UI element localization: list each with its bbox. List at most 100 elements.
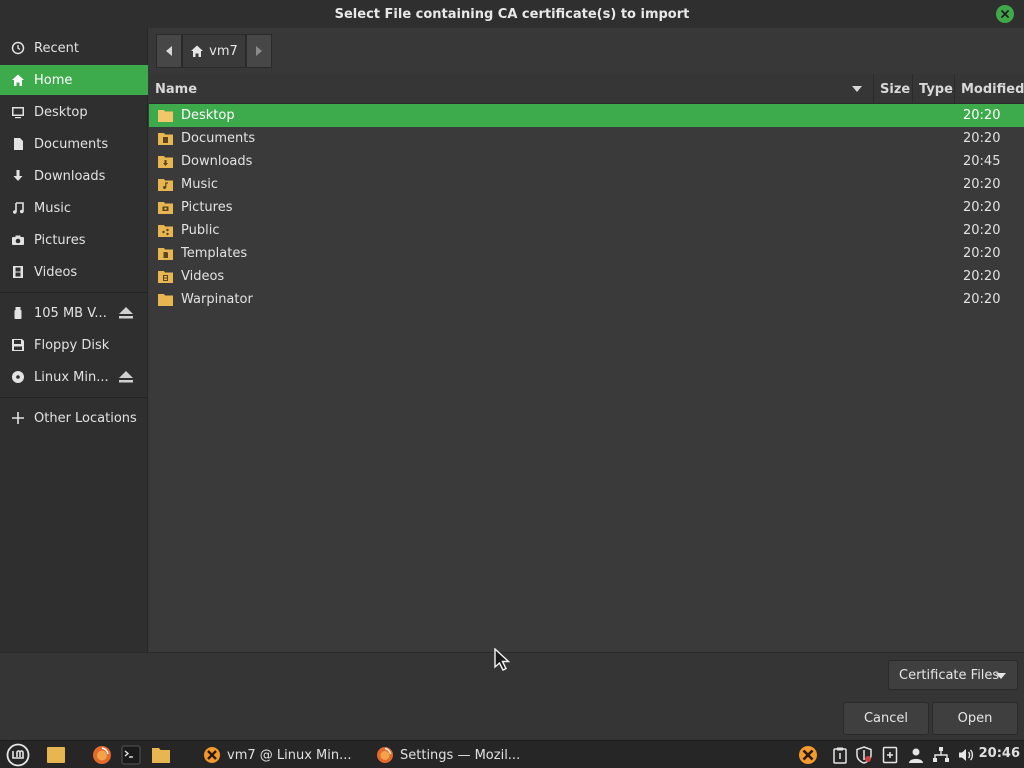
- path-forward-button[interactable]: [246, 34, 272, 68]
- sidebar-item-home[interactable]: Home: [0, 65, 148, 95]
- xserver-tray-icon[interactable]: [798, 745, 818, 765]
- file-name: Desktop: [181, 108, 235, 123]
- file-list-header: Name Size Type Modified: [149, 74, 1024, 104]
- file-name: Videos: [181, 269, 225, 284]
- file-row-downloads[interactable]: Downloads 20:45: [149, 150, 1024, 173]
- mint-menu-icon[interactable]: [6, 743, 30, 767]
- shield-icon[interactable]: [855, 746, 873, 764]
- optical-disc-icon: [10, 369, 26, 385]
- sidebar-item-documents[interactable]: Documents: [0, 129, 148, 159]
- usb-drive-icon: [10, 305, 26, 321]
- folder-templates-icon: [158, 248, 173, 260]
- sidebar-item-pictures[interactable]: Pictures: [0, 225, 148, 255]
- file-modified: 20:20: [963, 269, 1001, 284]
- file-row-videos[interactable]: Videos 20:20: [149, 265, 1024, 288]
- folder-pictures-icon: [158, 202, 173, 214]
- window-title: Select File containing CA certificate(s)…: [334, 6, 690, 22]
- close-icon: [1001, 10, 1009, 18]
- sidebar-item-label: Downloads: [34, 168, 106, 184]
- column-header-name[interactable]: Name: [149, 74, 873, 104]
- file-modified: 20:20: [963, 246, 1001, 261]
- file-row-pictures[interactable]: Pictures 20:20: [149, 196, 1024, 219]
- files-launcher-icon[interactable]: [151, 745, 171, 765]
- file-modified: 20:20: [963, 131, 1001, 146]
- folder-videos-icon: [158, 271, 173, 283]
- music-icon: [10, 200, 26, 216]
- folder-icon: [158, 294, 173, 306]
- file-chooser-dialog: Select File containing CA certificate(s)…: [0, 0, 1024, 740]
- sidebar-item-label: Desktop: [34, 104, 88, 120]
- file-name: Public: [181, 223, 220, 238]
- taskbar-window-vm7[interactable]: vm7 @ Linux Min...: [203, 744, 352, 766]
- eject-icon[interactable]: [118, 306, 134, 320]
- chevron-left-icon: [166, 46, 172, 56]
- path-back-button[interactable]: [156, 34, 182, 68]
- open-button[interactable]: Open: [932, 702, 1018, 735]
- path-segment-label: vm7: [209, 43, 238, 59]
- file-row-warpinator[interactable]: Warpinator 20:20: [149, 288, 1024, 311]
- sidebar-item-label: Other Locations: [34, 410, 137, 426]
- network-icon[interactable]: [932, 746, 950, 764]
- camera-icon: [10, 232, 26, 248]
- folder-icon: [158, 110, 173, 122]
- places-sidebar: Recent Home Desktop Documents Downloads …: [0, 28, 148, 652]
- file-name: Music: [181, 177, 218, 192]
- file-list[interactable]: Name Size Type Modified Desktop 20:20 Do…: [149, 74, 1024, 652]
- file-row-desktop[interactable]: Desktop 20:20: [149, 104, 1024, 127]
- file-filter-label: Certificate Files: [899, 667, 1000, 683]
- file-name: Pictures: [181, 200, 233, 215]
- firefox-launcher-icon[interactable]: [92, 745, 112, 765]
- file-modified: 20:45: [963, 154, 1001, 169]
- sidebar-item-label: 105 MB V...: [34, 305, 107, 321]
- file-modified: 20:20: [963, 292, 1001, 307]
- file-modified: 20:20: [963, 200, 1001, 215]
- sidebar-item-floppy-disk[interactable]: Floppy Disk: [0, 330, 148, 360]
- column-header-type[interactable]: Type: [912, 74, 954, 104]
- user-icon[interactable]: [907, 746, 925, 764]
- sidebar-item-recent[interactable]: Recent: [0, 33, 148, 63]
- column-header-size[interactable]: Size: [873, 74, 913, 104]
- show-desktop-icon[interactable]: [46, 745, 66, 765]
- file-row-templates[interactable]: Templates 20:20: [149, 242, 1024, 265]
- file-modified: 20:20: [963, 177, 1001, 192]
- file-row-public[interactable]: Public 20:20: [149, 219, 1024, 242]
- title-bar[interactable]: Select File containing CA certificate(s)…: [0, 0, 1024, 28]
- file-filter-dropdown[interactable]: Certificate Files: [888, 660, 1018, 690]
- sidebar-item-label: Linux Min...: [34, 369, 109, 385]
- volume-icon[interactable]: [957, 746, 975, 764]
- sidebar-item-desktop[interactable]: Desktop: [0, 97, 148, 127]
- sidebar-separator: [0, 397, 148, 398]
- update-manager-icon[interactable]: [881, 746, 899, 764]
- file-name: Documents: [181, 131, 256, 146]
- folder-public-icon: [158, 225, 173, 237]
- home-icon: [191, 45, 204, 57]
- path-home-button[interactable]: vm7: [182, 34, 246, 68]
- cancel-button[interactable]: Cancel: [843, 702, 929, 735]
- column-header-modified[interactable]: Modified: [954, 74, 1024, 104]
- xserver-icon: [204, 747, 220, 763]
- sidebar-item-usb-drive[interactable]: 105 MB V...: [0, 298, 148, 328]
- terminal-launcher-icon[interactable]: [121, 745, 141, 765]
- eject-icon[interactable]: [118, 370, 134, 384]
- sidebar-item-other-locations[interactable]: Other Locations: [0, 403, 148, 433]
- sidebar-item-downloads[interactable]: Downloads: [0, 161, 148, 191]
- sidebar-item-label: Pictures: [34, 232, 86, 248]
- sidebar-item-linux-mint-disc[interactable]: Linux Min...: [0, 362, 148, 392]
- desktop-icon: [10, 104, 26, 120]
- taskbar-window-settings-firefox[interactable]: Settings — Mozil...: [376, 744, 520, 766]
- document-icon: [10, 136, 26, 152]
- sidebar-item-videos[interactable]: Videos: [0, 257, 148, 287]
- close-button[interactable]: [996, 5, 1014, 23]
- sidebar-item-music[interactable]: Music: [0, 193, 148, 223]
- file-modified: 20:20: [963, 223, 1001, 238]
- file-row-documents[interactable]: Documents 20:20: [149, 127, 1024, 150]
- clipboard-icon[interactable]: [831, 746, 849, 764]
- sidebar-item-label: Music: [34, 200, 71, 216]
- sidebar-item-label: Recent: [34, 40, 79, 56]
- taskbar: vm7 @ Linux Min... Settings — Mozil... 2…: [0, 740, 1024, 768]
- file-name: Warpinator: [181, 292, 253, 307]
- file-row-music[interactable]: Music 20:20: [149, 173, 1024, 196]
- download-icon: [10, 168, 26, 184]
- clock[interactable]: 20:46: [979, 746, 1020, 761]
- folder-music-icon: [158, 179, 173, 191]
